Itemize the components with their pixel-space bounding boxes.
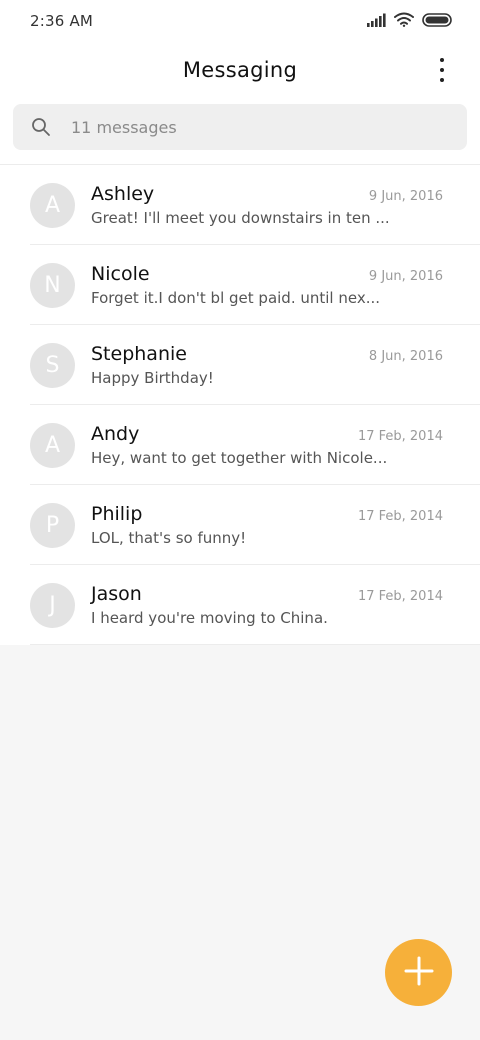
avatar: J xyxy=(30,582,75,628)
conversation-body: Ashley 9 Jun, 2016 Great! I'll meet you … xyxy=(91,183,480,227)
conversation-body: Andy 17 Feb, 2014 Hey, want to get toget… xyxy=(91,423,480,467)
conversation-item-nicole[interactable]: N Nicole 9 Jun, 2016 Forget it.I don't b… xyxy=(0,245,480,325)
conversation-body: Jason 17 Feb, 2014 I heard you're moving… xyxy=(91,583,480,627)
message-preview: I heard you're moving to China. xyxy=(91,609,328,627)
contact-name: Jason xyxy=(91,583,142,605)
conversation-item-ashley[interactable]: A Ashley 9 Jun, 2016 Great! I'll meet yo… xyxy=(0,165,480,245)
status-bar: 2:36 AM xyxy=(0,0,480,42)
avatar: N xyxy=(30,262,75,308)
conversation-item-philip[interactable]: P Philip 17 Feb, 2014 LOL, that's so fun… xyxy=(0,485,480,565)
battery-icon xyxy=(422,12,452,31)
search-bar xyxy=(0,98,480,164)
message-date: 17 Feb, 2014 xyxy=(357,509,443,524)
message-preview: Forget it.I don't bl get paid. until nex… xyxy=(91,289,381,307)
message-date: 17 Feb, 2014 xyxy=(357,589,443,604)
search-input[interactable] xyxy=(71,117,411,137)
wifi-icon xyxy=(394,12,414,31)
messaging-screen: 2:36 AM Messaging 11 messages A Ashley 9… xyxy=(0,0,480,1040)
app-header: Messaging xyxy=(0,42,480,98)
plus-icon xyxy=(404,956,434,990)
message-date: 8 Jun, 2016 xyxy=(368,349,443,364)
conversation-list: A Ashley 9 Jun, 2016 Great! I'll meet yo… xyxy=(0,164,480,645)
conversation-body: Philip 17 Feb, 2014 LOL, that's so funny… xyxy=(91,503,480,547)
page-title: Messaging xyxy=(182,58,298,82)
search-box[interactable] xyxy=(13,104,467,150)
search-icon xyxy=(31,117,51,137)
message-date: 9 Jun, 2016 xyxy=(368,189,443,204)
conversation-item-andy[interactable]: A Andy 17 Feb, 2014 Hey, want to get tog… xyxy=(0,405,480,485)
conversation-header: Nicole 9 Jun, 2016 xyxy=(91,263,443,285)
avatar: A xyxy=(30,182,75,228)
avatar: S xyxy=(30,342,75,388)
contact-name: Nicole xyxy=(91,263,150,285)
message-preview: Happy Birthday! xyxy=(91,369,214,387)
status-icons xyxy=(366,12,452,31)
message-date: 17 Feb, 2014 xyxy=(357,429,443,444)
conversation-item-stephanie[interactable]: S Stephanie 8 Jun, 2016 Happy Birthday! xyxy=(0,325,480,405)
contact-name: Andy xyxy=(91,423,140,445)
conversation-header: Stephanie 8 Jun, 2016 xyxy=(91,343,443,365)
new-message-button[interactable] xyxy=(385,939,452,1006)
conversation-item-jason[interactable]: J Jason 17 Feb, 2014 I heard you're movi… xyxy=(0,565,480,645)
more-vertical-icon[interactable] xyxy=(430,58,454,82)
conversation-header: Philip 17 Feb, 2014 xyxy=(91,503,443,525)
contact-name: Philip xyxy=(91,503,143,525)
conversation-header: Jason 17 Feb, 2014 xyxy=(91,583,443,605)
conversation-body: Stephanie 8 Jun, 2016 Happy Birthday! xyxy=(91,343,480,387)
message-date: 9 Jun, 2016 xyxy=(368,269,443,284)
avatar: P xyxy=(30,502,75,548)
message-preview: Great! I'll meet you downstairs in ten .… xyxy=(91,209,390,227)
message-preview: Hey, want to get together with Nicole... xyxy=(91,449,388,467)
message-preview: LOL, that's so funny! xyxy=(91,529,247,547)
top-area: 2:36 AM Messaging 11 messages A Ashley 9… xyxy=(0,0,480,645)
contact-name: Stephanie xyxy=(91,343,187,365)
status-time: 2:36 AM xyxy=(30,12,94,30)
conversation-header: Andy 17 Feb, 2014 xyxy=(91,423,443,445)
contact-name: Ashley xyxy=(91,183,155,205)
avatar: A xyxy=(30,422,75,468)
signal-icon xyxy=(366,12,386,31)
conversation-header: Ashley 9 Jun, 2016 xyxy=(91,183,443,205)
conversation-body: Nicole 9 Jun, 2016 Forget it.I don't bl … xyxy=(91,263,480,307)
